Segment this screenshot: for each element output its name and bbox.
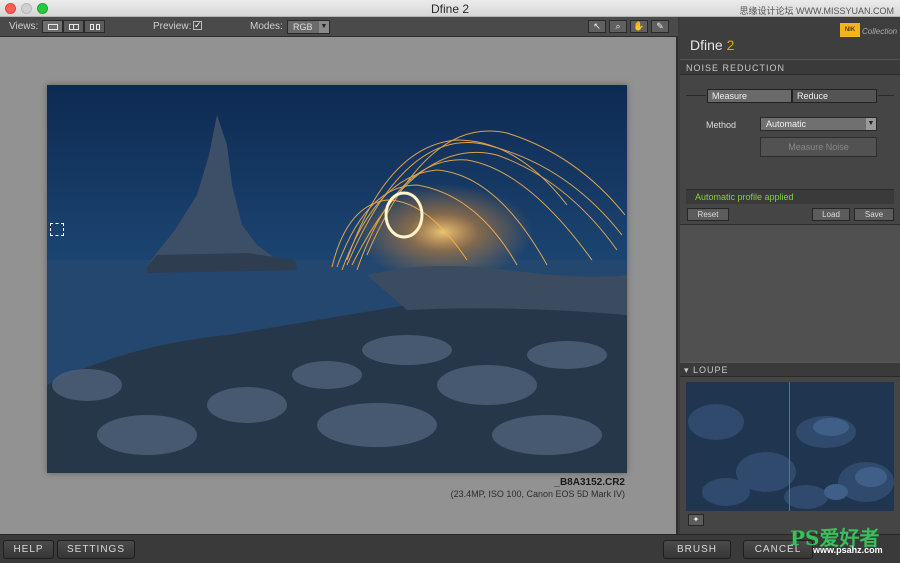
ps-watermark-url: www.psahz.com [813, 545, 883, 555]
eyedropper-icon[interactable]: ✎ [651, 20, 669, 33]
single-view-icon [48, 24, 58, 30]
views-label: Views: [9, 21, 39, 32]
panel-header: Dfine 2 NIK Collection [680, 17, 900, 59]
nik-logo-icon: NIK [840, 23, 860, 37]
loupe-illustration [686, 382, 894, 511]
top-toolbar: Views: Preview: ✓ Modes: RGB ▼ ↖ ⌕ ✋ ✎ [0, 17, 678, 37]
preview-photo[interactable] [47, 85, 627, 473]
side-by-side-icon [90, 24, 94, 30]
split-view-button[interactable] [63, 20, 84, 33]
image-filename: _B8A3152.CR2 [554, 477, 625, 488]
loupe-view[interactable] [686, 382, 894, 511]
single-view-button[interactable] [42, 20, 63, 33]
brush-button[interactable]: BRUSH [663, 540, 731, 559]
mode-select-value: RGB [293, 22, 313, 32]
loupe-marker[interactable] [50, 223, 64, 236]
split-view-icon [69, 24, 79, 30]
preview-checkbox[interactable]: ✓ [193, 21, 202, 30]
zoom-arrow-icon[interactable]: ↖ [588, 20, 606, 33]
hand-icon[interactable]: ✋ [630, 20, 648, 33]
loupe-heading[interactable]: ▾ LOUPE [680, 362, 900, 377]
measure-noise-button[interactable]: Measure Noise [760, 137, 877, 157]
view-mode-group [42, 20, 105, 33]
save-button[interactable]: Save [854, 208, 894, 221]
tab-reduce[interactable]: Reduce [792, 89, 877, 103]
mode-tabs: Measure Reduce [707, 89, 877, 103]
status-message: Automatic profile applied [686, 189, 894, 204]
noise-reduction-heading[interactable]: NOISE REDUCTION [680, 59, 900, 75]
method-select[interactable]: Automatic ▼ [760, 117, 877, 131]
panel-empty-area [680, 224, 900, 362]
right-panel: Dfine 2 NIK Collection NOISE REDUCTION M… [680, 17, 900, 534]
magnifier-icon[interactable]: ⌕ [609, 20, 627, 33]
chevron-down-icon: ▼ [319, 21, 329, 33]
image-canvas[interactable]: _B8A3152.CR2 (23.4MP, ISO 100, Canon EOS… [0, 37, 678, 534]
side-by-side-view-button[interactable] [84, 20, 105, 33]
nik-collection-label: Collection [862, 27, 898, 36]
bottom-bar: HELP SETTINGS BRUSH CANCEL [0, 534, 900, 563]
load-button[interactable]: Load [812, 208, 850, 221]
title-bar: Dfine 2 思缘设计论坛 WWW.MISSYUAN.COM [0, 0, 900, 17]
chevron-down-icon: ▼ [866, 118, 876, 130]
photo-illustration [47, 85, 627, 473]
preview-label: Preview: [153, 21, 192, 32]
modes-label: Modes: [250, 21, 283, 32]
reset-button[interactable]: Reset [687, 208, 729, 221]
method-label: Method [706, 120, 737, 130]
product-name: Dfine 2 [690, 37, 735, 53]
tab-measure[interactable]: Measure [707, 89, 792, 103]
site-watermark: 思缘设计论坛 WWW.MISSYUAN.COM [739, 6, 895, 16]
loupe-pin-icon[interactable]: ✦ [688, 514, 704, 526]
mode-select[interactable]: RGB ▼ [287, 20, 330, 34]
image-info: (23.4MP, ISO 100, Canon EOS 5D Mark IV) [450, 489, 625, 499]
method-select-value: Automatic [766, 119, 807, 129]
settings-button[interactable]: SETTINGS [57, 540, 135, 559]
tool-buttons: ↖ ⌕ ✋ ✎ [588, 20, 669, 33]
help-button[interactable]: HELP [3, 540, 54, 559]
